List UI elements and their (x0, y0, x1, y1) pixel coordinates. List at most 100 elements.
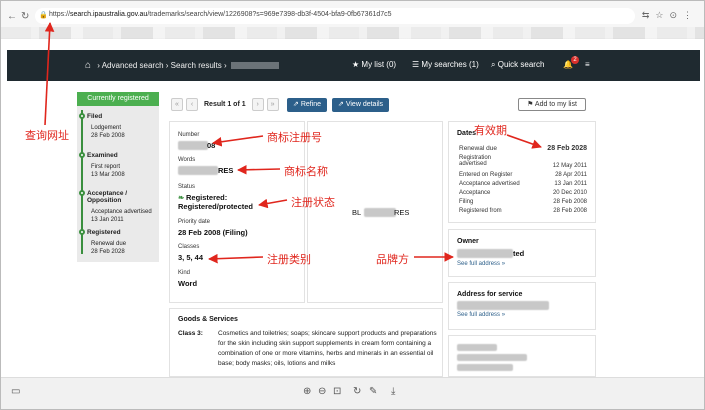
words-label: Words (178, 157, 196, 163)
prev-page-button[interactable]: ‹ (186, 98, 198, 111)
timeline-step-filed: Filed Lodgement 28 Feb 2008 (87, 113, 125, 139)
annotation-url: 查询网址 (25, 129, 69, 142)
viewer-toolbar: ▭ ⊕ ⊖ ⊡ ↻ ✎ ⤓ (1, 377, 704, 409)
status-label: Status (178, 184, 196, 190)
status-leaf-icon: ❧ (178, 193, 185, 202)
flag-icon: ⚑ (527, 101, 534, 108)
annotation-number: 商标注册号 (267, 131, 322, 144)
redacted-text (457, 364, 513, 371)
view-details-button[interactable]: ⇗ View details (332, 98, 390, 112)
trademark-image-card: BL RES (307, 121, 443, 303)
date-row: Acceptance advertised 13 Jan 2011 (459, 181, 587, 187)
goods-description: Cosmetics and toiletries; soaps; skincar… (218, 330, 437, 367)
result-count: Result 1 of 1 (204, 101, 246, 108)
reload-icon[interactable]: ↻ (21, 11, 29, 22)
image-text-start: BL (352, 208, 362, 217)
star-icon: ★ (352, 60, 360, 69)
browser-chrome: ← ↻ 🔒 https://search.ipaustralia.gov.au/… (1, 1, 704, 39)
refine-button[interactable]: ⇗ Refine (287, 98, 328, 112)
timeline-step-registered: Registered Renewal due 28 Feb 2028 (87, 229, 127, 255)
screenshot-frame: ← ↻ 🔒 https://search.ipaustralia.gov.au/… (0, 0, 705, 410)
number-redacted (178, 141, 208, 150)
redacted-text (457, 344, 497, 351)
breadcrumb-search-results[interactable]: Search results (171, 61, 222, 70)
address-bar[interactable]: 🔒 https://search.ipaustralia.gov.au/trad… (35, 8, 635, 24)
date-row: Entered on Register 28 Apr 2011 (459, 172, 587, 178)
first-page-button[interactable]: « (171, 98, 183, 111)
image-text-end: RES (394, 208, 410, 217)
date-row: Registered from 28 Feb 2008 (459, 208, 587, 214)
priority-date-value: 28 Feb 2008 (Filing) (178, 228, 248, 237)
current-status-heading: Currently registered (77, 92, 159, 106)
renewal-row: Renewal due 28 Feb 2028 (459, 145, 587, 152)
external-link-icon: ⇗ (293, 101, 299, 108)
download-icon[interactable]: ⤓ (391, 386, 395, 397)
goods-services-card: Goods & Services Class 3: Cosmetics and … (169, 308, 443, 377)
add-to-list-button[interactable]: ⚑ Add to my list (518, 98, 586, 111)
kind-value: Word (178, 279, 198, 288)
address-for-service-card: Address for service See full address » (448, 282, 596, 330)
sidebar-toggle-icon[interactable]: ▭ (11, 386, 20, 397)
breadcrumb-advanced-search[interactable]: Advanced search (102, 61, 164, 70)
goods-class-label: Class 3: (178, 330, 203, 337)
menu-icon[interactable]: ≡ (585, 60, 590, 69)
owner-heading: Owner (457, 238, 479, 245)
lock-icon: 🔒 (39, 12, 48, 19)
trademark-number: 08 (207, 141, 216, 150)
breadcrumb-current-redacted (230, 62, 279, 70)
annotation-classes: 注册类别 (267, 253, 311, 266)
date-row: Acceptance 20 Dec 2010 (459, 190, 587, 196)
classes-value: 3, 5, 44 (178, 253, 204, 262)
back-icon[interactable]: ← (7, 11, 17, 22)
goods-services-heading: Goods & Services (178, 316, 238, 323)
last-page-button[interactable]: » (266, 98, 279, 111)
status-value-line2: Registered/protected (178, 202, 254, 211)
service-name-redacted (457, 301, 549, 310)
timeline-dot (79, 113, 85, 119)
fit-page-icon[interactable]: ⊡ (333, 386, 341, 397)
owner-card: Owner ted See full address » (448, 229, 596, 277)
owner-name-redacted (457, 249, 513, 258)
home-icon[interactable]: ⌂ (85, 60, 91, 71)
date-row: Filing 28 Feb 2008 (459, 199, 587, 205)
quick-search-link[interactable]: ⌕ Quick search (491, 60, 544, 70)
service-full-address-link[interactable]: See full address » (457, 312, 505, 318)
browser-action-icons[interactable]: ⇆☆⊙⋮ (642, 10, 698, 21)
date-row: Registration advertised 12 May 2011 (459, 155, 587, 169)
site-header: ⌂ › Advanced search › Search results › ★… (7, 50, 700, 81)
search-icon: ⌕ (491, 60, 496, 69)
classes-label: Classes (178, 244, 200, 250)
address-for-service-heading: Address for service (457, 291, 523, 298)
notification-badge: 2 (571, 56, 579, 64)
trademark-details-card: Number 08 Words RES Status ❧ Registered:… (169, 121, 305, 303)
status-value-line1: Registered: (186, 193, 228, 202)
timeline-dot (79, 190, 85, 196)
renewal-value: 28 Feb 2028 (547, 145, 587, 152)
dates-card: Dates Renewal due 28 Feb 2028 Registrati… (448, 121, 596, 223)
redacted-card (448, 335, 596, 377)
url-text: https://search.ipaustralia.gov.au/tradem… (49, 11, 392, 18)
status-timeline: Currently registered Filed Lodgement 28 … (77, 92, 159, 262)
external-link-icon: ⇗ (338, 101, 344, 108)
annotation-name: 商标名称 (284, 165, 328, 178)
words-redacted (178, 166, 218, 175)
owner-full-address-link[interactable]: See full address » (457, 261, 505, 267)
edit-icon[interactable]: ✎ (369, 386, 377, 397)
annotation-owner: 品牌方 (376, 253, 409, 266)
redacted-text (457, 354, 527, 361)
next-page-button[interactable]: › (251, 98, 264, 111)
timeline-step-examined: Examined First report 13 Mar 2008 (87, 152, 125, 178)
trademark-words: RES (218, 166, 234, 175)
owner-name: ted (513, 249, 525, 258)
zoom-out-icon[interactable]: ⊖ (318, 386, 326, 397)
my-list-link[interactable]: ★ My list (0) (352, 60, 396, 69)
number-label: Number (178, 132, 200, 138)
timeline-dot (79, 229, 85, 235)
priority-date-label: Priority date (178, 219, 211, 225)
my-searches-link[interactable]: ☰ My searches (1) (412, 60, 479, 69)
annotation-validity: 有效期 (474, 124, 507, 137)
timeline-step-acceptance: Acceptance / Opposition Acceptance adver… (87, 190, 152, 223)
list-icon: ☰ (412, 60, 420, 69)
rotate-icon[interactable]: ↻ (353, 386, 361, 397)
zoom-in-icon[interactable]: ⊕ (303, 386, 311, 397)
